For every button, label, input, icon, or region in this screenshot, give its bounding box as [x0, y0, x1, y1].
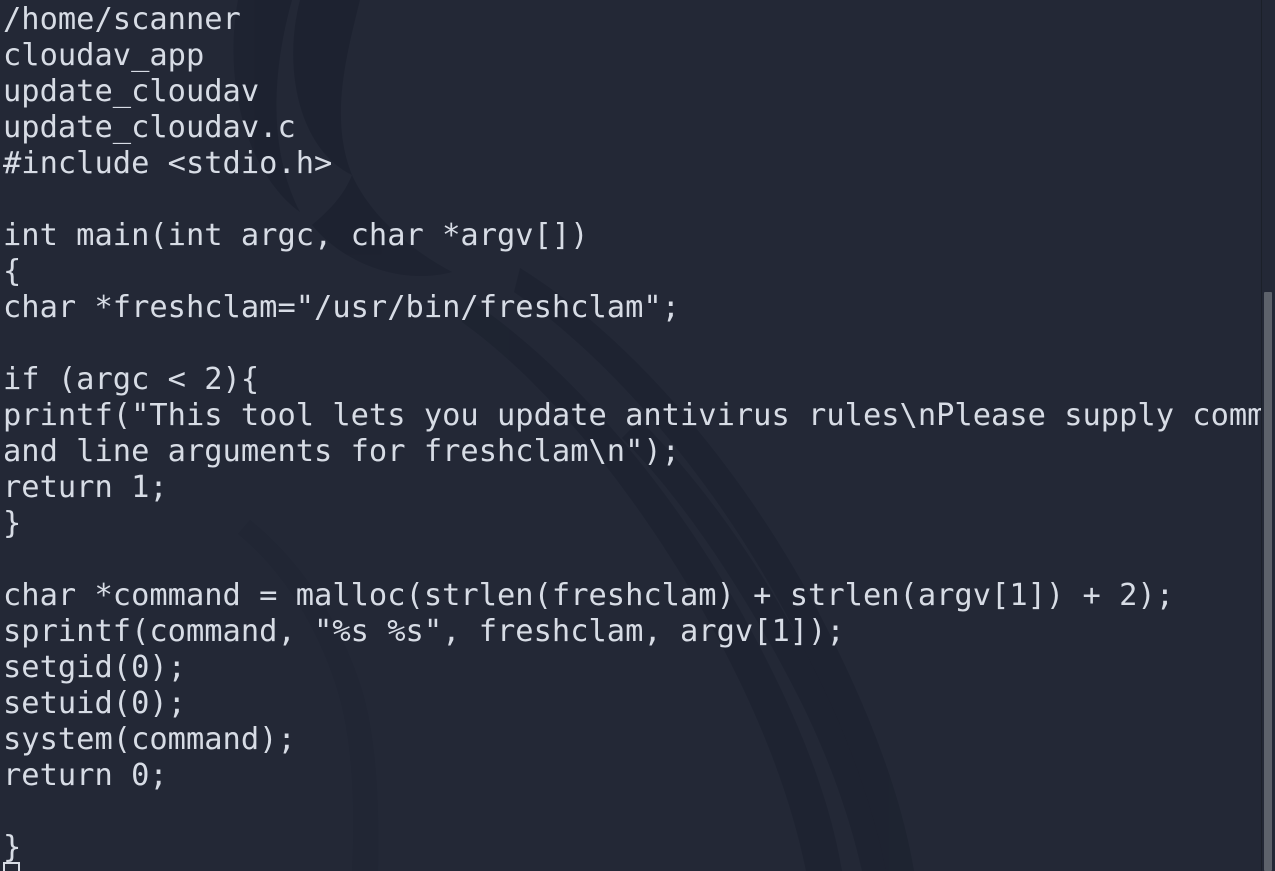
terminal-line: update_cloudav.c: [3, 110, 296, 145]
terminal-line: and line arguments for freshclam\n");: [3, 434, 680, 469]
terminal-line: setuid(0);: [3, 686, 186, 721]
terminal-line: sprintf(command, "%s %s", freshclam, arg…: [3, 614, 845, 649]
terminal-line: return 0;: [3, 758, 168, 793]
terminal-line: {: [3, 254, 22, 289]
terminal-line: cloudav_app: [3, 38, 205, 73]
terminal-line: char *freshclam="/usr/bin/freshclam";: [3, 290, 680, 325]
terminal-line: system(command);: [3, 722, 296, 757]
scrollbar-thumb[interactable]: [1264, 292, 1272, 871]
terminal-window[interactable]: /home/scanner cloudav_app update_cloudav…: [0, 0, 1275, 871]
terminal-line: int main(int argc, char *argv[]): [3, 218, 589, 253]
terminal-screen[interactable]: /home/scanner cloudav_app update_cloudav…: [0, 0, 1275, 871]
terminal-line: #include <stdio.h>: [3, 146, 333, 181]
vertical-scrollbar[interactable]: [1261, 0, 1275, 871]
terminal-line: }: [3, 830, 22, 865]
terminal-line: }: [3, 506, 22, 541]
terminal-line: /home/scanner: [3, 2, 241, 37]
text-cursor: [3, 862, 20, 871]
terminal-line: update_cloudav: [3, 74, 260, 109]
terminal-line: printf("This tool lets you update antivi…: [3, 398, 1266, 433]
terminal-line: if (argc < 2){: [3, 362, 260, 397]
terminal-line: setgid(0);: [3, 650, 186, 685]
terminal-line: return 1;: [3, 470, 168, 505]
terminal-line: char *command = malloc(strlen(freshclam)…: [3, 578, 1174, 613]
